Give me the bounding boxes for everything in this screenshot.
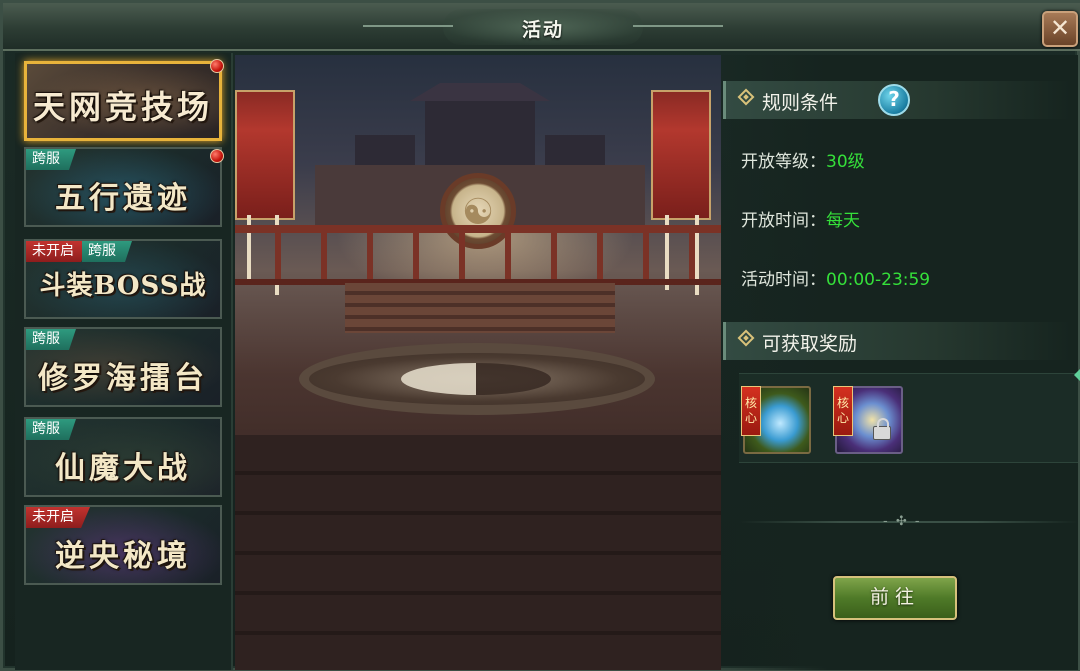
wooden-floor (235, 435, 721, 670)
activity-name: 斗装BOSS战 (39, 271, 207, 301)
open-level-value: 30级 (826, 152, 865, 172)
activity-item-niyang-secret-realm[interactable]: 未开启 逆央秘境 (24, 505, 222, 585)
notification-dot (210, 59, 224, 73)
activity-time-value: 00:00-23:59 (826, 270, 931, 290)
activity-detail-panel: 规则条件 ? 开放等级：30级 开放时间：每天 活动时间：00:00-23:59… (721, 55, 1078, 670)
rewards-section-header: 可获取奖励 (723, 322, 1071, 360)
stairs (345, 283, 615, 333)
window-title: 活动 (521, 19, 564, 41)
activity-name: 五行遗迹 (55, 181, 191, 216)
close-icon[interactable]: ✕ (1042, 11, 1078, 47)
rewards-heading: 可获取奖励 (762, 333, 858, 355)
lock-icon (873, 418, 891, 440)
activity-name: 仙魔大战 (55, 451, 191, 486)
rules-heading: 规则条件 (762, 92, 839, 114)
yin-yang-floor (299, 343, 655, 415)
not-open-tag: 未开启 (26, 241, 90, 262)
blue-orb-reward-icon[interactable]: 核心 (741, 386, 811, 454)
activity-item-tianwang-arena[interactable]: 天网竞技场 (24, 61, 222, 141)
activity-item-xianmo-war[interactable]: 跨服 仙魔大战 (24, 417, 222, 497)
activity-time-label: 活动时间： (741, 270, 826, 290)
cross-server-tag: 跨服 (26, 149, 76, 170)
cross-server-tag: 跨服 (26, 329, 76, 350)
open-level-row: 开放等级：30级 (741, 147, 865, 172)
panel-edge-arrow-icon[interactable] (1074, 366, 1080, 384)
palace-building (425, 95, 535, 175)
diamond-bullet-icon (737, 329, 755, 347)
core-badge: 核心 (741, 386, 761, 436)
rewards-list: 核心 核心 (739, 373, 1078, 463)
not-open-tag: 未开启 (26, 507, 90, 528)
activity-name: 逆央秘境 (55, 539, 191, 574)
open-time-label: 开放时间： (741, 211, 826, 231)
railing (235, 225, 721, 285)
activity-item-wuxing-ruins[interactable]: 跨服 五行遗迹 (24, 147, 222, 227)
notification-dot (210, 149, 224, 163)
diamond-bullet-icon (737, 88, 755, 106)
open-time-value: 每天 (826, 211, 860, 231)
cross-server-tag: 跨服 (26, 419, 76, 440)
activity-list: 天网竞技场 跨服 五行遗迹 未开启 跨服 斗装BOSS战 跨服 修罗海擂台 跨服… (15, 53, 242, 670)
open-time-row: 开放时间：每天 (741, 206, 860, 231)
help-icon[interactable]: ? (878, 84, 910, 116)
core-badge: 核心 (833, 386, 853, 436)
activity-item-douzhuang-boss[interactable]: 未开启 跨服 斗装BOSS战 (24, 239, 222, 319)
activity-time-row: 活动时间：00:00-23:59 (741, 265, 930, 290)
activity-item-xiuluo-arena[interactable]: 跨服 修罗海擂台 (24, 327, 222, 407)
purple-spirit-reward-icon[interactable]: 核心 (833, 386, 903, 454)
banner-pillar (235, 90, 295, 220)
open-level-label: 开放等级： (741, 152, 826, 172)
rules-section-header: 规则条件 ? (723, 81, 1071, 119)
palace-roof (410, 83, 550, 101)
divider-ornament-icon: - ✣ - (883, 514, 922, 529)
cross-server-tag: 跨服 (82, 241, 132, 262)
title-bar: 活动 ✕ (3, 3, 1080, 51)
activity-window: 活动 ✕ 天网竞技场 跨服 五行遗迹 未开启 跨服 斗装BOSS战 跨服 修罗海… (0, 0, 1080, 671)
go-button[interactable]: 前往 (833, 576, 957, 620)
activity-name: 天网竞技场 (32, 88, 213, 126)
arena-scene-illustration (235, 55, 721, 670)
activity-name: 修罗海擂台 (38, 361, 208, 396)
banner-pillar (651, 90, 711, 220)
